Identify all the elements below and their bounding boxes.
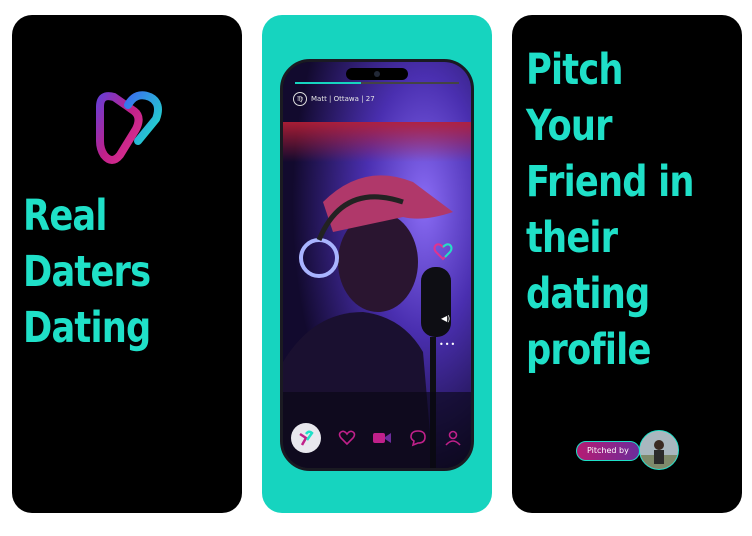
chat-bubble-icon[interactable] xyxy=(408,428,428,448)
headline-text: Pitch Your Friend in their dating profil… xyxy=(526,42,694,378)
headline-line: dating xyxy=(526,269,650,319)
avatar-photo xyxy=(640,431,678,469)
story-progress-fill xyxy=(295,82,361,84)
phone-camera xyxy=(374,71,380,77)
headline-line: their xyxy=(526,213,618,263)
home-logo-glyph xyxy=(299,430,314,446)
more-icon[interactable]: ••• xyxy=(439,340,456,349)
zodiac-icon: ♍ xyxy=(293,92,307,106)
profile-icon[interactable] xyxy=(443,428,463,448)
pitched-by-badge[interactable]: Pitched by xyxy=(576,441,640,461)
headline-line: Friend in xyxy=(526,157,694,207)
bottom-nav-bar xyxy=(291,420,463,456)
phone-mockup: ♍ Matt | Ottawa | 27 ◀) ••• xyxy=(280,59,474,471)
app-logo-icon[interactable] xyxy=(291,423,321,453)
headline-line: Daters xyxy=(23,247,151,297)
screenshot-card-profile: ♍ Matt | Ottawa | 27 ◀) ••• xyxy=(262,15,492,513)
heart-chevron-logo-icon xyxy=(96,91,162,164)
headline-line: profile xyxy=(526,325,651,375)
headline-line: Dating xyxy=(23,303,151,353)
profile-header: ♍ Matt | Ottawa | 27 xyxy=(293,92,375,106)
headline-line: Real xyxy=(23,191,107,241)
heart-icon[interactable] xyxy=(337,428,357,448)
screenshot-card-pitch: Pitch Your Friend in their dating profil… xyxy=(512,15,742,513)
heart-icon[interactable] xyxy=(433,242,453,262)
sound-icon[interactable]: ◀) xyxy=(441,314,450,323)
headline-line: Pitch xyxy=(526,45,624,95)
profile-video-photo xyxy=(283,62,471,468)
avatar[interactable] xyxy=(639,430,679,470)
headline-line: Your xyxy=(526,101,613,151)
headline-text: Real Daters Dating xyxy=(23,188,151,356)
story-progress-bar xyxy=(295,82,459,84)
screenshot-card-intro: Real Daters Dating xyxy=(12,15,242,513)
profile-header-text: Matt | Ottawa | 27 xyxy=(311,95,375,103)
video-camera-icon[interactable] xyxy=(372,428,392,448)
